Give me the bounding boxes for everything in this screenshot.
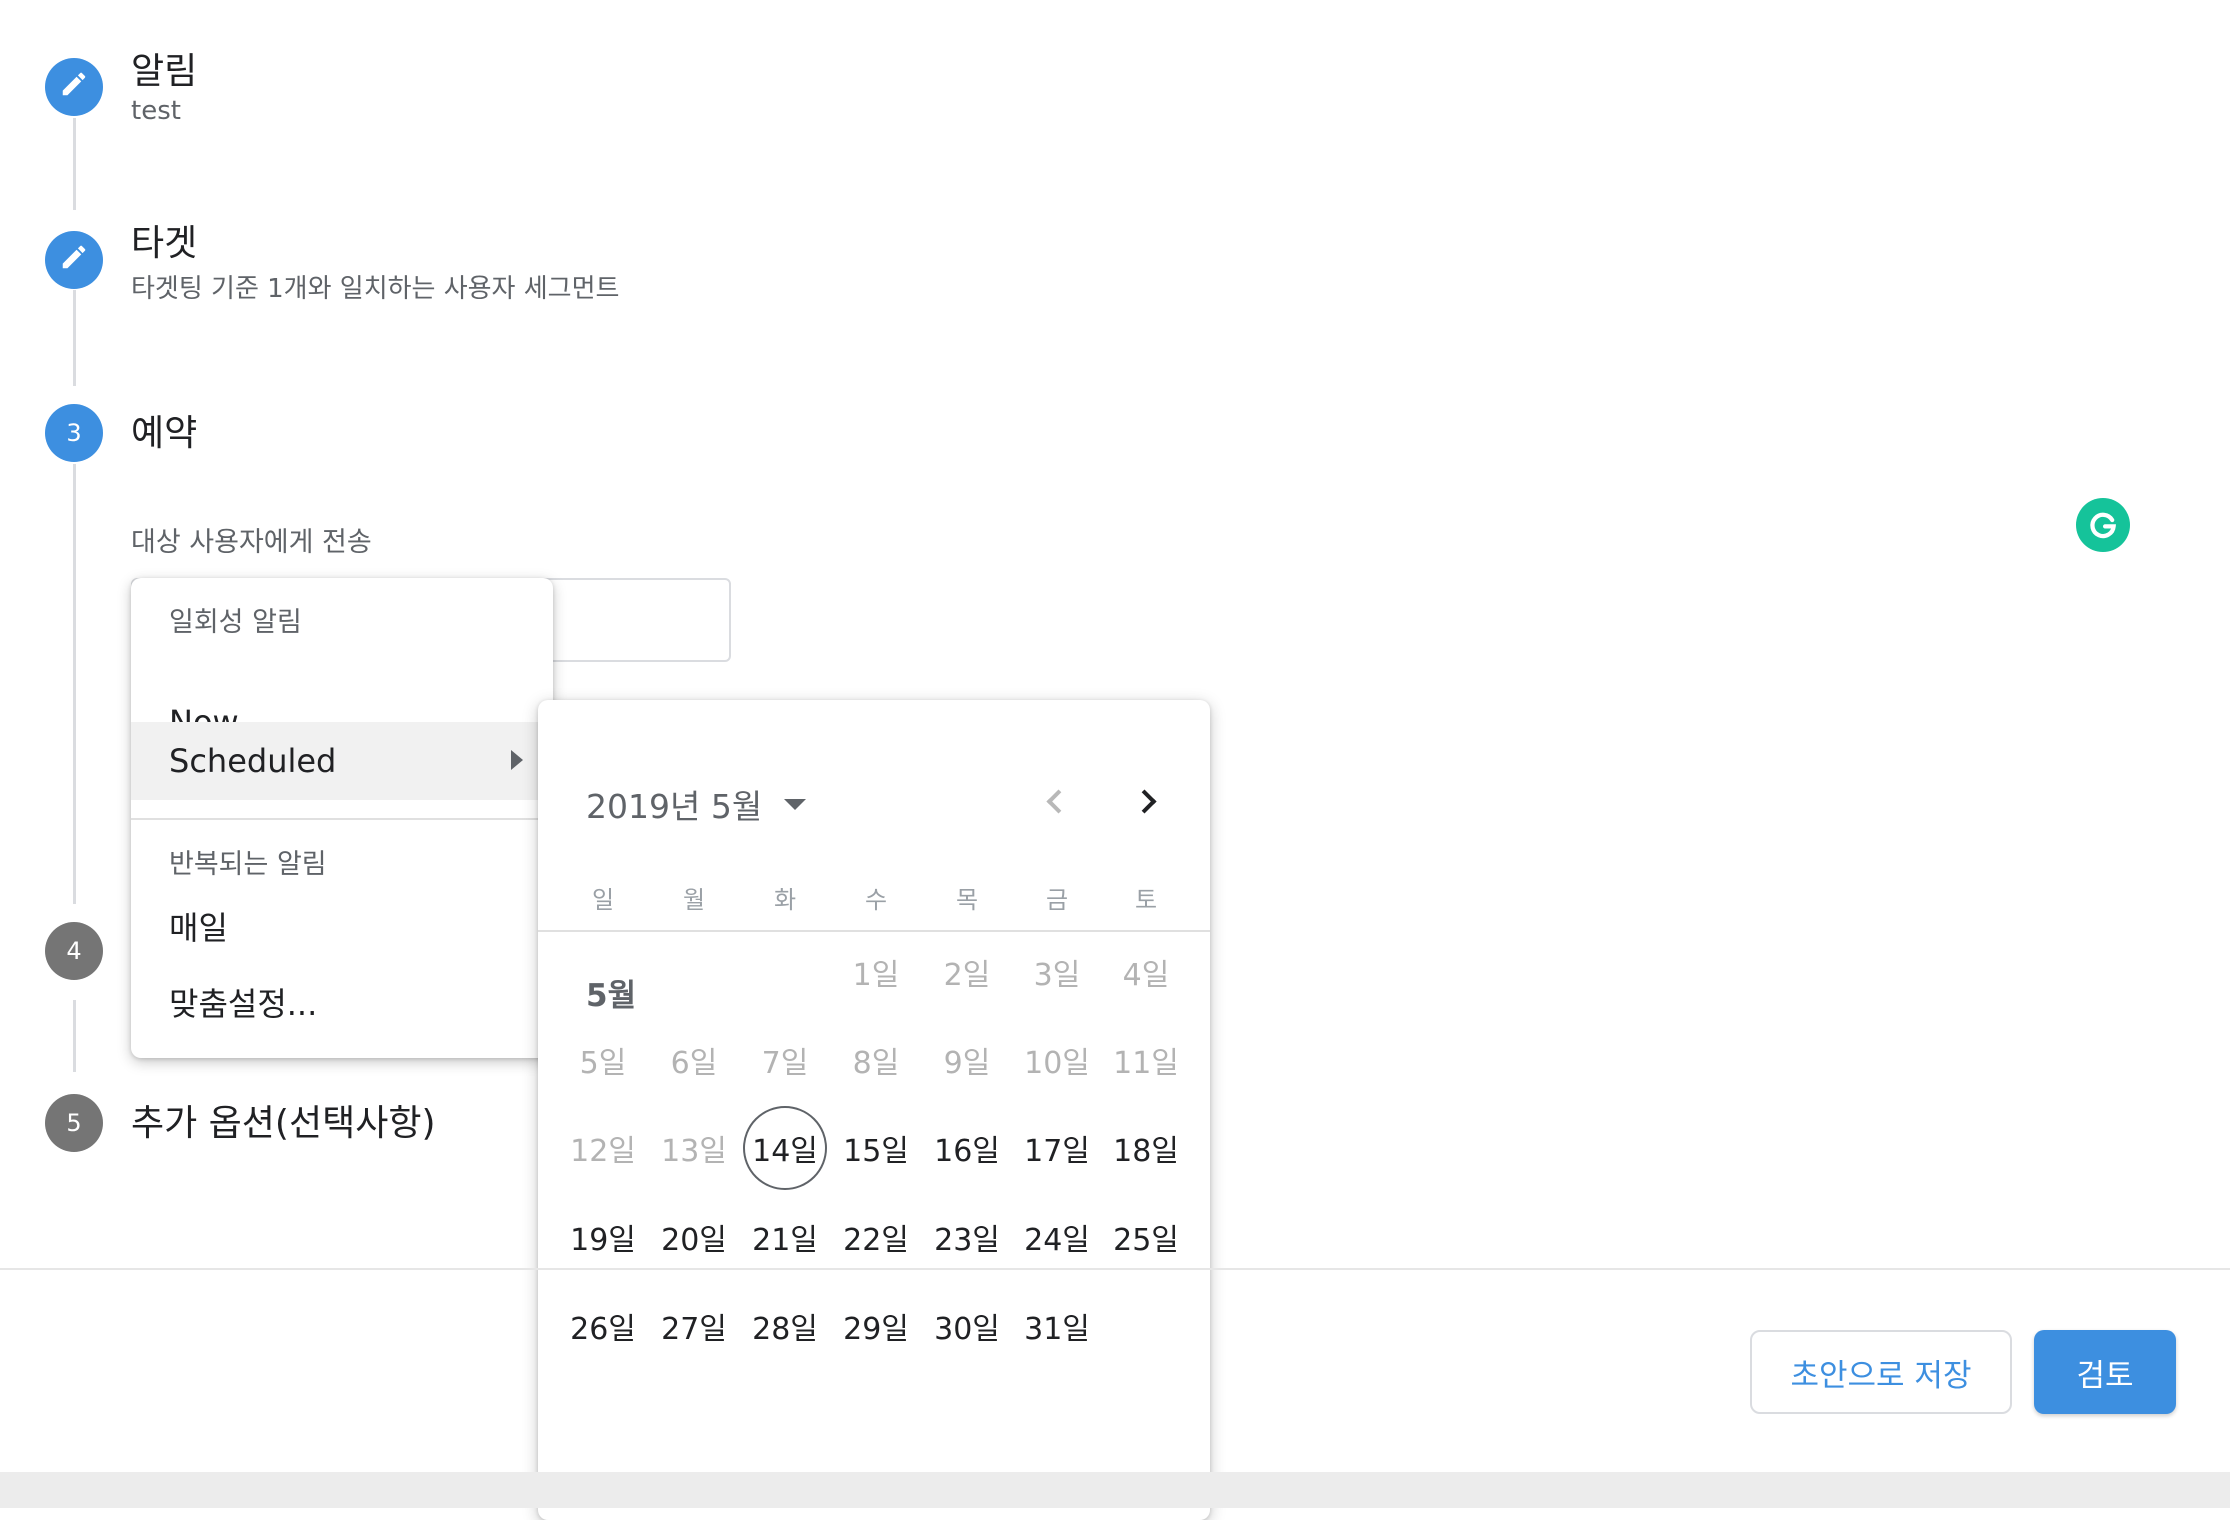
pencil-icon <box>59 69 89 105</box>
calendar-day: 3일 <box>1033 958 1081 993</box>
calendar-day: 8일 <box>852 1046 900 1081</box>
calendar-day: 5일 <box>579 1046 627 1081</box>
calendar-day[interactable]: 27일 <box>649 1291 739 1361</box>
calendar-day[interactable]: 31일 <box>1012 1291 1102 1361</box>
calendar-day: 10일 <box>1024 1046 1090 1081</box>
calendar-day[interactable]: 20일 <box>649 1202 739 1272</box>
grammarly-icon[interactable] <box>2076 498 2130 552</box>
chevron-left-icon <box>1045 788 1071 814</box>
step-3-title: 예약 <box>131 413 198 454</box>
calendar-day[interactable]: 26일 <box>558 1291 648 1361</box>
menu-item-custom[interactable]: 맞춤설정... <box>131 964 553 1040</box>
weekday-label: 일 <box>591 886 615 914</box>
calendar-day[interactable]: 22일 <box>831 1202 921 1272</box>
step-1-edit-button[interactable] <box>45 58 103 116</box>
menu-item-scheduled-label: Scheduled <box>169 742 337 780</box>
calendar-day: 4일 <box>1122 958 1170 993</box>
calendar-day[interactable]: 28일 <box>740 1291 830 1361</box>
calendar-day: 1일 <box>852 958 900 993</box>
menu-item-daily[interactable]: 매일 <box>131 888 553 964</box>
save-draft-button[interactable]: 초안으로 저장 <box>1750 1330 2012 1414</box>
calendar-day: 12일 <box>570 1134 636 1169</box>
chevron-right-icon <box>1131 788 1157 814</box>
calendar-day[interactable]: 18일 <box>1101 1113 1191 1183</box>
calendar-day[interactable]: 30일 <box>922 1291 1012 1361</box>
calendar-day: 7일 <box>761 1046 809 1081</box>
calendar-day[interactable]: 17일 <box>1012 1113 1102 1183</box>
step-1-subtitle: test <box>131 96 181 126</box>
step-connector <box>73 464 76 904</box>
calendar-day[interactable]: 29일 <box>831 1291 921 1361</box>
step-connector <box>73 290 76 386</box>
menu-divider <box>131 818 553 820</box>
step-2-edit-button[interactable] <box>45 231 103 289</box>
page-bottom-strip <box>0 1472 2230 1508</box>
calendar-day[interactable]: 16일 <box>922 1113 1012 1183</box>
recurring-header: 반복되는 알림 <box>169 849 327 880</box>
step-connector <box>73 118 76 210</box>
step-5-number[interactable]: 5 <box>45 1094 103 1152</box>
caret-right-icon <box>511 750 523 770</box>
calendar-day[interactable]: 25일 <box>1101 1202 1191 1272</box>
calendar-day: 6일 <box>670 1046 718 1081</box>
step-5-title[interactable]: 추가 옵션(선택사항) <box>131 1094 436 1146</box>
weekday-label: 월 <box>682 886 706 914</box>
weekday-label: 화 <box>773 886 797 914</box>
review-button[interactable]: 검토 <box>2034 1330 2176 1414</box>
date-picker: 2019년 5월 일 월 화 수 목 금 토 5월 1일 2일 3일 4일 5일 6일 7일 8일 9일 10… <box>538 700 1210 1520</box>
month-year-selector[interactable]: 2019년 5월 <box>586 780 807 828</box>
calendar-day: 13일 <box>661 1134 727 1169</box>
calendar-day[interactable]: 15일 <box>831 1113 921 1183</box>
calendar-day[interactable]: 21일 <box>740 1202 830 1272</box>
calendar-day: 9일 <box>943 1046 991 1081</box>
calendar-day: 11일 <box>1113 1046 1179 1081</box>
one-time-header: 일회성 알림 <box>169 607 302 638</box>
calendar-day: 2일 <box>943 958 991 993</box>
calendar-divider <box>538 930 1210 932</box>
weekday-label: 토 <box>1134 886 1158 914</box>
step-3-number: 3 <box>45 404 103 462</box>
menu-item-scheduled[interactable]: Scheduled <box>131 722 553 800</box>
caret-down-icon <box>784 798 807 810</box>
weekday-label: 목 <box>955 886 979 914</box>
step-2-title: 타겟 <box>131 223 198 264</box>
calendar-day[interactable]: 14일 <box>743 1106 827 1190</box>
footer-divider <box>0 1268 2230 1270</box>
next-month-button[interactable] <box>1123 776 1173 826</box>
weekday-label: 금 <box>1045 886 1069 914</box>
weekday-label: 수 <box>864 886 888 914</box>
step-1-title: 알림 <box>131 51 198 92</box>
step-connector <box>73 1000 76 1072</box>
step-4-number[interactable]: 4 <box>45 922 103 980</box>
prev-month-button[interactable] <box>1029 776 1079 826</box>
month-label: 5월 <box>586 978 637 1014</box>
send-to-users-label: 대상 사용자에게 전송 <box>131 527 372 558</box>
send-timing-menu: 일회성 알림 Now Scheduled 반복되는 알림 매일 맞춤설정... <box>131 578 553 1058</box>
month-year-label: 2019년 5월 <box>586 787 763 826</box>
calendar-day[interactable]: 24일 <box>1012 1202 1102 1272</box>
pencil-icon <box>59 242 89 278</box>
calendar-day[interactable]: 23일 <box>922 1202 1012 1272</box>
calendar-day[interactable]: 19일 <box>558 1202 648 1272</box>
step-2-subtitle: 타겟팅 기준 1개와 일치하는 사용자 세그먼트 <box>131 274 620 304</box>
